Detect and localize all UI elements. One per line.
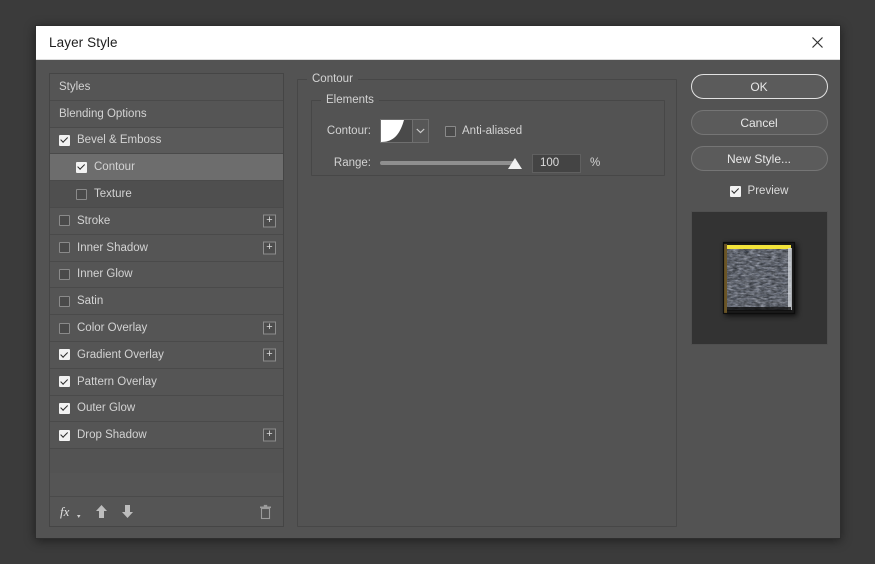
sidebar-item-gradient-overlay[interactable]: Gradient Overlay + [50, 341, 283, 369]
contour-curve-swatch [381, 120, 412, 142]
effect-toggle-checkbox[interactable] [59, 268, 70, 280]
fx-icon[interactable]: fx [60, 504, 82, 520]
add-effect-icon[interactable]: + [263, 428, 276, 442]
sidebar-item-inner-glow[interactable]: Inner Glow [50, 261, 283, 289]
arrow-up-glyph [96, 505, 107, 518]
effect-toggle-checkbox[interactable] [59, 402, 70, 414]
contour-label: Contour: [326, 125, 371, 137]
effect-toggle-checkbox[interactable] [59, 429, 70, 441]
styles-list[interactable]: Styles Blending Options Bevel & Emboss Cont… [50, 74, 283, 473]
sidebar-item-satin[interactable]: Satin [50, 288, 283, 316]
ok-button[interactable]: OK [690, 74, 828, 99]
contour-group-title: Contour [312, 73, 353, 85]
range-value-input[interactable] [532, 153, 581, 173]
sidebar-item-pattern-overlay[interactable]: Pattern Overlay [50, 368, 283, 396]
sidebar-item-bevel-emboss[interactable]: Bevel & Emboss [50, 127, 283, 155]
sidebar-item-inner-shadow[interactable]: Inner Shadow + [50, 234, 283, 262]
styles-toolbar: fx [50, 496, 283, 526]
sidebar-item-label: Stroke [77, 214, 111, 227]
sidebar-item-stroke[interactable]: Stroke + [50, 207, 283, 235]
layer-preview-thumbnail [690, 211, 828, 345]
effect-toggle-checkbox[interactable] [59, 376, 70, 388]
add-effect-icon[interactable]: + [263, 321, 276, 335]
arrow-down-glyph [122, 505, 133, 518]
effect-toggle-checkbox[interactable] [59, 322, 70, 334]
sidebar-item-drop-shadow[interactable]: Drop Shadow + [50, 422, 283, 450]
sidebar-item-label: Bevel & Emboss [77, 134, 162, 147]
layer-style-dialog: Layer Style Styles Blending Options Bevel … [35, 25, 841, 539]
svg-text:fx: fx [60, 504, 70, 519]
effect-toggle-checkbox[interactable] [59, 134, 70, 146]
effect-toggle-checkbox[interactable] [59, 242, 70, 254]
new-style-button[interactable]: New Style... [690, 146, 828, 171]
effect-toggle-checkbox[interactable] [76, 161, 87, 173]
contour-group: Contour Elements Contour: Anti-aliased R… [297, 73, 677, 527]
fx-glyph: fx [60, 504, 81, 519]
sidebar-item-blending-options[interactable]: Blending Options [50, 100, 283, 128]
effect-toggle-checkbox[interactable] [59, 295, 70, 307]
dialog-title: Layer Style [49, 35, 118, 50]
add-effect-icon[interactable]: + [263, 213, 276, 228]
chevron-down-icon[interactable] [412, 120, 428, 142]
range-slider[interactable] [380, 158, 522, 169]
contour-options-panel: Contour Elements Contour: Anti-aliased R… [297, 73, 677, 527]
effect-toggle-checkbox[interactable] [59, 215, 70, 227]
preview-checkbox[interactable]: Preview [729, 185, 789, 197]
anti-aliased-checkbox[interactable]: Anti-aliased [445, 125, 522, 137]
sidebar-item-outer-glow[interactable]: Outer Glow [50, 395, 283, 423]
sidebar-item-label: Drop Shadow [77, 429, 147, 442]
elements-group-title: Elements [326, 94, 374, 106]
add-effect-icon[interactable]: + [263, 240, 276, 255]
elements-group: Elements Contour: Anti-aliased Range: 10… [311, 94, 665, 176]
sidebar-item-label: Texture [94, 188, 132, 201]
add-effect-label: + [266, 428, 273, 441]
sidebar-item-label: Outer Glow [77, 402, 136, 415]
add-effect-label: + [266, 213, 273, 226]
sidebar-item-label: Color Overlay [77, 322, 148, 335]
sidebar-item-label: Contour [94, 161, 135, 174]
sidebar-item-label: Inner Shadow [77, 241, 148, 254]
sidebar-item-label: Satin [77, 295, 104, 308]
sidebar-item-label: Styles [59, 80, 91, 93]
styles-panel: Styles Blending Options Bevel & Emboss Cont… [49, 73, 284, 527]
range-field-row: Range: % [326, 151, 664, 175]
elements-content: Contour: Anti-aliased Range: 100 % [312, 106, 664, 175]
anti-aliased-label: Anti-aliased [462, 125, 523, 137]
effect-toggle-checkbox[interactable] [76, 188, 87, 200]
preview-label: Preview [747, 185, 789, 197]
arrow-up-icon[interactable] [95, 504, 108, 519]
sidebar-item-label: Inner Glow [77, 268, 133, 281]
chevron-down-glyph [416, 128, 425, 134]
preview-checkbox-box [729, 185, 741, 197]
anti-aliased-checkbox-box [445, 125, 456, 137]
close-icon[interactable] [794, 26, 840, 59]
sidebar-item-styles[interactable]: Styles [50, 74, 283, 101]
close-glyph [811, 37, 823, 48]
preview-thumbnail-art [722, 241, 797, 316]
dialog-titlebar: Layer Style [36, 26, 840, 60]
trash-icon[interactable] [259, 504, 272, 519]
add-effect-label: + [266, 240, 273, 253]
add-effect-label: + [266, 347, 273, 360]
dialog-actions: OK Cancel New Style... Preview [689, 73, 829, 527]
range-slider-thumb[interactable] [508, 158, 522, 169]
effect-toggle-checkbox[interactable] [59, 349, 70, 361]
trash-glyph [260, 504, 271, 519]
sidebar-item-label: Gradient Overlay [77, 348, 164, 361]
contour-preset-picker[interactable] [380, 119, 429, 143]
sidebar-item-color-overlay[interactable]: Color Overlay + [50, 315, 283, 342]
add-effect-label: + [266, 321, 273, 334]
sidebar-item-label: Pattern Overlay [77, 375, 157, 388]
arrow-down-icon[interactable] [121, 504, 134, 519]
cancel-button[interactable]: Cancel [690, 110, 828, 135]
range-label: Range: [333, 157, 371, 169]
sidebar-item-texture[interactable]: Texture [50, 181, 283, 208]
sidebar-item-contour[interactable]: Contour [50, 154, 283, 182]
styles-list-empty-area [50, 472, 283, 496]
range-unit-label: % [590, 157, 601, 169]
sidebar-item-label: Blending Options [59, 107, 147, 120]
add-effect-icon[interactable]: + [263, 347, 276, 362]
contour-field-row: Contour: Anti-aliased [326, 119, 664, 143]
dialog-body: Styles Blending Options Bevel & Emboss Cont… [36, 60, 840, 539]
